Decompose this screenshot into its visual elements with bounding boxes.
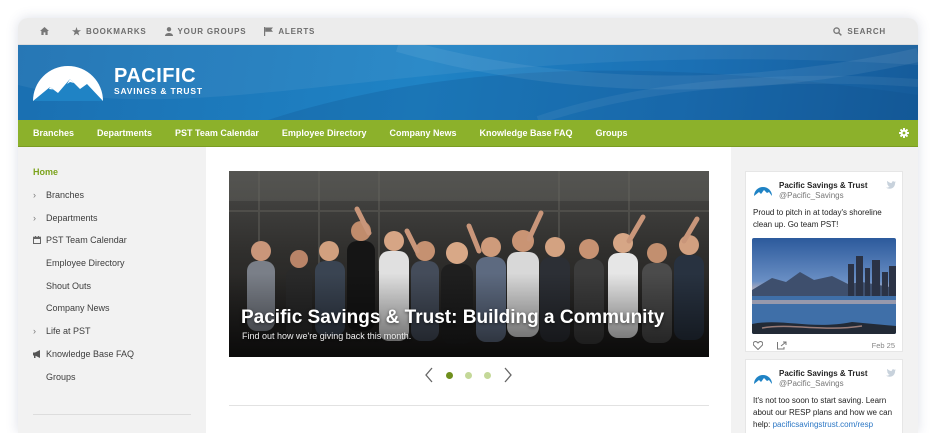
nav-item-departments[interactable]: Departments <box>97 128 152 138</box>
tweet-card: Pacific Savings & Trust @Pacific_Savings… <box>745 171 903 352</box>
settings-button[interactable] <box>899 128 909 138</box>
twitter-feed: Pacific Savings & Trust @Pacific_Savings… <box>731 147 918 433</box>
nav-item-knowledge-base-faq[interactable]: Knowledge Base FAQ <box>480 128 573 138</box>
search-label: SEARCH <box>847 26 886 36</box>
brand-tagline: SAVINGS & TRUST <box>114 86 203 96</box>
alerts-label: ALERTS <box>278 26 316 36</box>
sidebar-item-branches[interactable]: › Branches <box>18 184 206 207</box>
bookmarks-label: BOOKMARKS <box>86 26 147 36</box>
chevron-left-icon <box>425 367 433 383</box>
chevron-right-icon: › <box>33 326 36 337</box>
sidebar-item-knowledge-base-faq[interactable]: Knowledge Base FAQ <box>18 343 206 366</box>
chevron-right-icon: › <box>33 190 36 201</box>
intranet-window: BOOKMARKS YOUR GROUPS ALERTS SEARCH PACI… <box>18 18 918 433</box>
tweet-author-handle: @Pacific_Savings <box>779 379 844 388</box>
home-icon <box>40 27 49 35</box>
header-banner: PACIFIC SAVINGS & TRUST <box>18 45 918 120</box>
sidebar-item-label: Company News <box>46 303 110 314</box>
alerts-link[interactable]: ALERTS <box>264 26 316 36</box>
hero-title: Pacific Savings & Trust: Building a Comm… <box>241 307 665 328</box>
share-button[interactable] <box>777 341 787 350</box>
sidebar-item-label: Shout Outs <box>46 280 92 291</box>
carousel-dot-3[interactable] <box>484 371 491 379</box>
brand-name: PACIFIC <box>114 65 197 87</box>
tweet-photo[interactable] <box>752 238 896 334</box>
shoreline-photo-image <box>752 238 896 334</box>
carousel-dot-2[interactable] <box>465 371 472 379</box>
nav-item-branches[interactable]: Branches <box>33 128 74 138</box>
avatar[interactable] <box>753 181 773 201</box>
sidebar-item-label: PST Team Calendar <box>46 235 127 246</box>
sidebar-item-label: Home <box>33 167 59 178</box>
like-button[interactable] <box>753 341 763 350</box>
tweet-link[interactable]: pacificsavingstrust.com/resp <box>773 420 873 429</box>
nav-item-company-news[interactable]: Company News <box>389 128 456 138</box>
twitter-bird-icon[interactable] <box>886 369 896 377</box>
flag-icon <box>264 26 274 36</box>
main-nav: Branches Departments PST Team Calendar E… <box>18 120 918 147</box>
heart-icon <box>753 341 763 350</box>
star-icon <box>72 26 81 36</box>
tweet-author-name[interactable]: Pacific Savings & Trust <box>779 369 886 379</box>
content-area: Home › Branches › Departments PST Team C… <box>18 147 918 433</box>
tweet-card: Pacific Savings & Trust @Pacific_Savings… <box>745 359 903 433</box>
sidebar-item-label: Branches <box>46 190 85 201</box>
hero-subtitle: Find out how we're giving back this mont… <box>242 331 412 341</box>
sidebar-item-pst-team-calendar[interactable]: PST Team Calendar <box>18 229 206 252</box>
bookmarks-link[interactable]: BOOKMARKS <box>72 26 147 36</box>
sidebar-item-home[interactable]: Home <box>18 161 206 184</box>
sidebar-item-label: Employee Directory <box>46 258 125 269</box>
share-icon <box>777 341 787 350</box>
section-divider <box>229 405 709 406</box>
nav-item-pst-team-calendar[interactable]: PST Team Calendar <box>175 128 259 138</box>
main-column: Pacific Savings & Trust: Building a Comm… <box>206 147 731 433</box>
search-icon <box>833 26 843 36</box>
tweet-author-name[interactable]: Pacific Savings & Trust <box>779 181 886 191</box>
search-button[interactable]: SEARCH <box>833 27 886 36</box>
twitter-bird-icon[interactable] <box>886 181 896 189</box>
mountain-logo-icon <box>33 66 103 101</box>
tweet-date[interactable]: Feb 25 <box>872 341 895 350</box>
sidebar-item-label: Life at PST <box>46 326 91 337</box>
sidebar-item-shout-outs[interactable]: Shout Outs <box>18 274 206 297</box>
sidebar-divider <box>33 414 191 415</box>
calendar-icon <box>33 236 46 245</box>
tweet-text: It's not too soon to start saving. Learn… <box>746 389 902 431</box>
carousel-next-button[interactable] <box>504 367 512 383</box>
sidebar-item-label: Groups <box>46 371 76 382</box>
sidebar-item-departments[interactable]: › Departments <box>18 206 206 229</box>
home-link[interactable] <box>40 27 54 35</box>
carousel-prev-button[interactable] <box>425 367 433 383</box>
group-photo-image <box>229 171 709 357</box>
left-sidebar: Home › Branches › Departments PST Team C… <box>18 147 206 433</box>
chevron-right-icon <box>504 367 512 383</box>
chevron-right-icon: › <box>33 212 36 223</box>
gear-icon <box>899 128 909 138</box>
sidebar-item-label: Knowledge Base FAQ <box>46 348 135 359</box>
sidebar-item-label: Departments <box>46 212 98 223</box>
tweet-author-handle: @Pacific_Savings <box>779 191 844 200</box>
avatar[interactable] <box>753 369 773 389</box>
your-groups-label: YOUR GROUPS <box>177 26 247 36</box>
tweet-text: Proud to pitch in at today's shoreline c… <box>753 208 882 229</box>
megaphone-icon <box>33 349 46 358</box>
sidebar-item-life-at-pst[interactable]: › Life at PST <box>18 320 206 343</box>
hero-slide[interactable]: Pacific Savings & Trust: Building a Comm… <box>229 171 709 357</box>
carousel-dot-1[interactable] <box>446 371 453 379</box>
carousel-controls <box>206 367 731 383</box>
sidebar-item-company-news[interactable]: Company News <box>18 297 206 320</box>
sidebar-item-employee-directory[interactable]: Employee Directory <box>18 252 206 275</box>
your-groups-link[interactable]: YOUR GROUPS <box>164 26 247 36</box>
nav-item-employee-directory[interactable]: Employee Directory <box>282 128 367 138</box>
utility-bar: BOOKMARKS YOUR GROUPS ALERTS SEARCH <box>18 18 918 45</box>
nav-item-groups[interactable]: Groups <box>596 128 628 138</box>
brand-logo[interactable]: PACIFIC SAVINGS & TRUST <box>32 61 203 103</box>
user-icon <box>164 26 173 36</box>
sidebar-item-groups[interactable]: Groups <box>18 365 206 388</box>
